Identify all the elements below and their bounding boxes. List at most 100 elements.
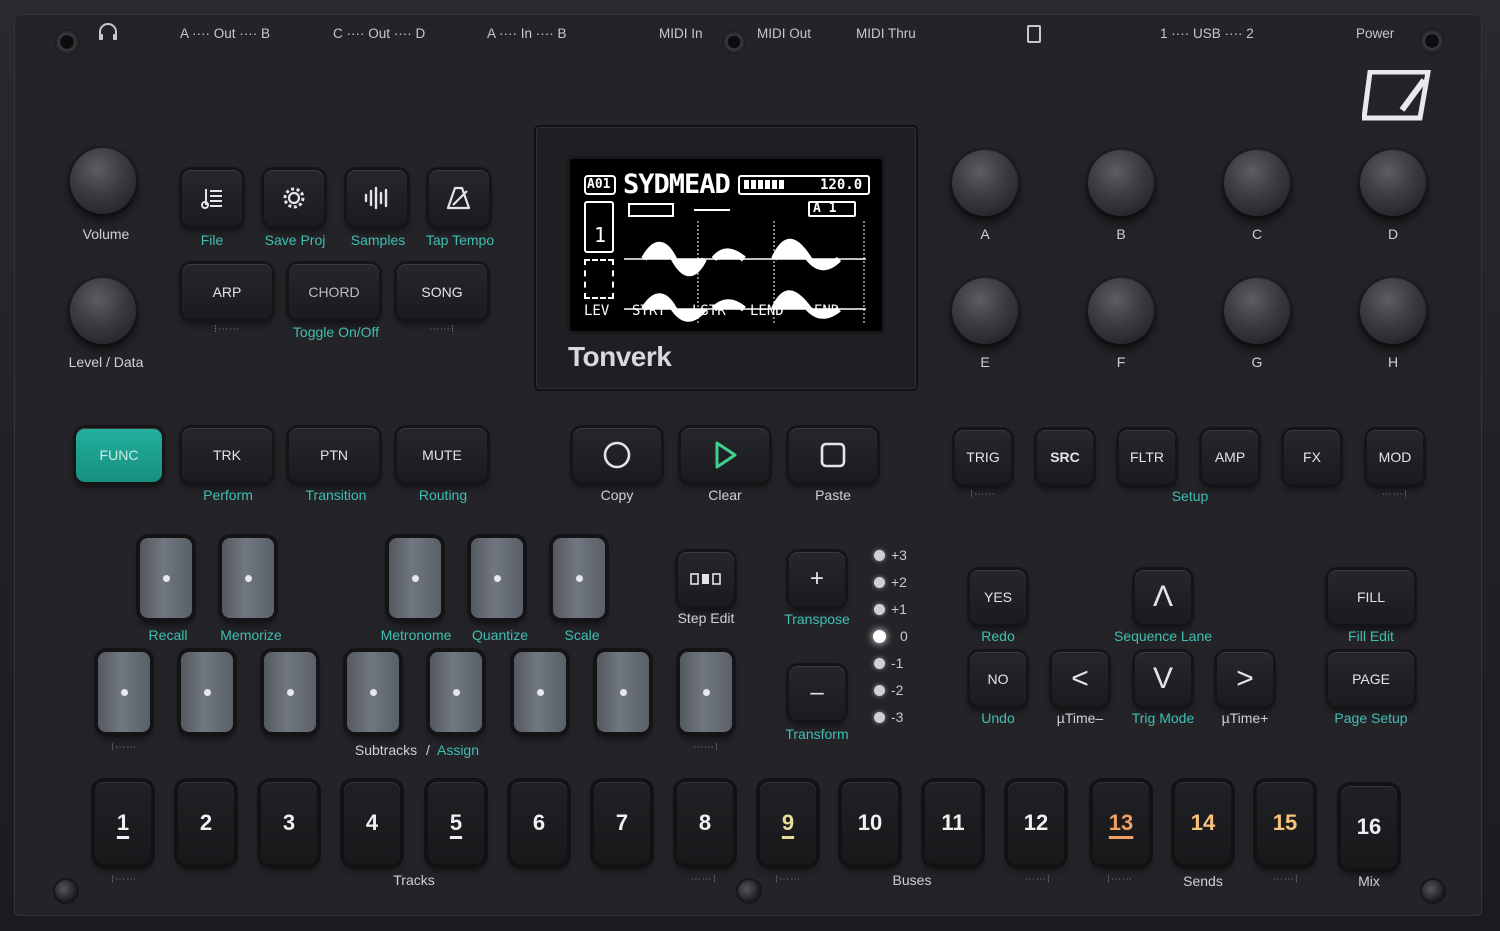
- elektron-logo-icon: [1361, 69, 1434, 122]
- samples-button[interactable]: [347, 170, 407, 226]
- memorize-pad[interactable]: [222, 538, 274, 618]
- src-button[interactable]: SRC: [1037, 430, 1093, 484]
- ptn-button[interactable]: PTN: [289, 428, 379, 482]
- subtrack-pad-4[interactable]: [347, 652, 399, 732]
- scale-pad[interactable]: [553, 538, 605, 618]
- step-key-1[interactable]: 1: [95, 782, 151, 864]
- left-arrow-button[interactable]: <: [1052, 652, 1108, 706]
- buses-label: Buses: [892, 872, 932, 888]
- play-button[interactable]: [681, 428, 769, 482]
- step-key-7[interactable]: 7: [594, 782, 650, 864]
- subtracks-slash: /: [426, 742, 430, 758]
- stop-circle-icon: [603, 441, 631, 469]
- led-plus2-label: +2: [891, 574, 907, 590]
- led-plus1: [874, 604, 885, 615]
- right-arrow-button[interactable]: >: [1217, 652, 1273, 706]
- knob-g[interactable]: [1224, 278, 1290, 344]
- step-key-9[interactable]: 9: [760, 782, 816, 864]
- knob-b[interactable]: [1088, 150, 1154, 216]
- subtrack-pad-1[interactable]: [98, 652, 150, 732]
- knob-d[interactable]: [1360, 150, 1426, 216]
- recall-pad[interactable]: [140, 538, 192, 618]
- step-14-label: 14: [1190, 810, 1216, 835]
- step-key-14[interactable]: 14: [1175, 782, 1231, 864]
- step-key-16[interactable]: 16: [1341, 786, 1397, 868]
- led-minus1-label: -1: [891, 655, 904, 671]
- step-key-6[interactable]: 6: [511, 782, 567, 864]
- scale-label: Scale: [564, 627, 600, 643]
- step-key-10[interactable]: 10: [842, 782, 898, 864]
- step-key-8[interactable]: 8: [677, 782, 733, 864]
- stop-button[interactable]: [789, 428, 877, 482]
- knob-c[interactable]: [1224, 150, 1290, 216]
- level-data-label: Level / Data: [68, 354, 144, 370]
- samples-label: Samples: [350, 232, 406, 248]
- loop-icon: [628, 203, 674, 217]
- up-arrow-button[interactable]: Λ: [1135, 570, 1191, 624]
- knob-f[interactable]: [1088, 278, 1154, 344]
- subtrack-pad-2[interactable]: [181, 652, 233, 732]
- knob-a[interactable]: [952, 150, 1018, 216]
- list-icon: [201, 189, 222, 209]
- bpm-value: 120.0: [820, 177, 863, 193]
- song-button[interactable]: SONG: [397, 264, 487, 319]
- no-button[interactable]: NO: [970, 652, 1026, 706]
- step-key-2[interactable]: 2: [178, 782, 234, 864]
- led-minus1: [874, 658, 885, 669]
- metronome-pad[interactable]: [389, 538, 441, 618]
- func-button[interactable]: FUNC: [76, 428, 162, 482]
- amp-button[interactable]: AMP: [1202, 430, 1258, 484]
- step-key-12[interactable]: 12: [1008, 782, 1064, 864]
- midi-out-label: MIDI Out: [757, 26, 812, 41]
- file-button[interactable]: [182, 170, 242, 226]
- param-strt: STRT: [632, 303, 666, 319]
- trig-button[interactable]: TRIG: [955, 430, 1011, 484]
- chord-button[interactable]: CHORD: [289, 264, 379, 319]
- file-label: File: [200, 232, 224, 248]
- page-button[interactable]: PAGE: [1328, 652, 1414, 706]
- led-minus3-label: -3: [891, 709, 904, 725]
- yes-key-label: YES: [983, 589, 1012, 605]
- headphones-icon: [97, 22, 119, 42]
- fill-button[interactable]: FILL: [1328, 570, 1414, 624]
- midi-thru-label: MIDI Thru: [856, 26, 916, 41]
- yes-button[interactable]: YES: [970, 570, 1026, 624]
- tap-tempo-button[interactable]: [429, 170, 489, 226]
- copy-button[interactable]: [573, 428, 661, 482]
- subtrack-pad-8[interactable]: [680, 652, 732, 732]
- save-proj-label: Save Proj: [264, 232, 326, 248]
- step-key-13[interactable]: 13: [1093, 782, 1149, 864]
- step-key-11[interactable]: 11: [925, 782, 981, 864]
- down-arrow-button[interactable]: V: [1135, 652, 1191, 706]
- mod-button[interactable]: MOD: [1367, 430, 1423, 484]
- trk-button[interactable]: TRK: [182, 428, 272, 482]
- subtrack-pad-7[interactable]: [597, 652, 649, 732]
- step-12-label: 12: [1023, 810, 1049, 835]
- subtrack-pad-3[interactable]: [264, 652, 316, 732]
- knob-d-label: D: [1387, 226, 1399, 242]
- step-key-5[interactable]: 5: [428, 782, 484, 864]
- subtrack-pad-5[interactable]: [430, 652, 482, 732]
- save-proj-button[interactable]: [264, 170, 324, 226]
- volume-knob[interactable]: [70, 148, 136, 214]
- knob-h[interactable]: [1360, 278, 1426, 344]
- fx-button[interactable]: FX: [1284, 430, 1340, 484]
- level-data-knob[interactable]: [70, 278, 136, 344]
- transpose-down-button[interactable]: –: [789, 666, 845, 720]
- fltr-button[interactable]: FLTR: [1119, 430, 1175, 484]
- subtrack-pad-6[interactable]: [514, 652, 566, 732]
- step-key-4[interactable]: 4: [344, 782, 400, 864]
- step-4-label: 4: [365, 810, 379, 835]
- power-switch[interactable]: [1419, 28, 1445, 54]
- step-key-3[interactable]: 3: [261, 782, 317, 864]
- transpose-up-button[interactable]: +: [789, 552, 845, 606]
- arp-button[interactable]: ARP: [182, 264, 272, 319]
- step-9-label: 9: [781, 810, 795, 835]
- knob-e[interactable]: [952, 278, 1018, 344]
- step-edit-button[interactable]: [678, 552, 734, 606]
- mute-button[interactable]: MUTE: [397, 428, 487, 482]
- step-edit-label: Step Edit: [677, 610, 735, 626]
- quantize-pad[interactable]: [471, 538, 523, 618]
- display-bezel: A01 SYDMEAD 120.0 1 A 1 LEV STRT LSTR LE…: [536, 127, 916, 389]
- step-key-15[interactable]: 15: [1257, 782, 1313, 864]
